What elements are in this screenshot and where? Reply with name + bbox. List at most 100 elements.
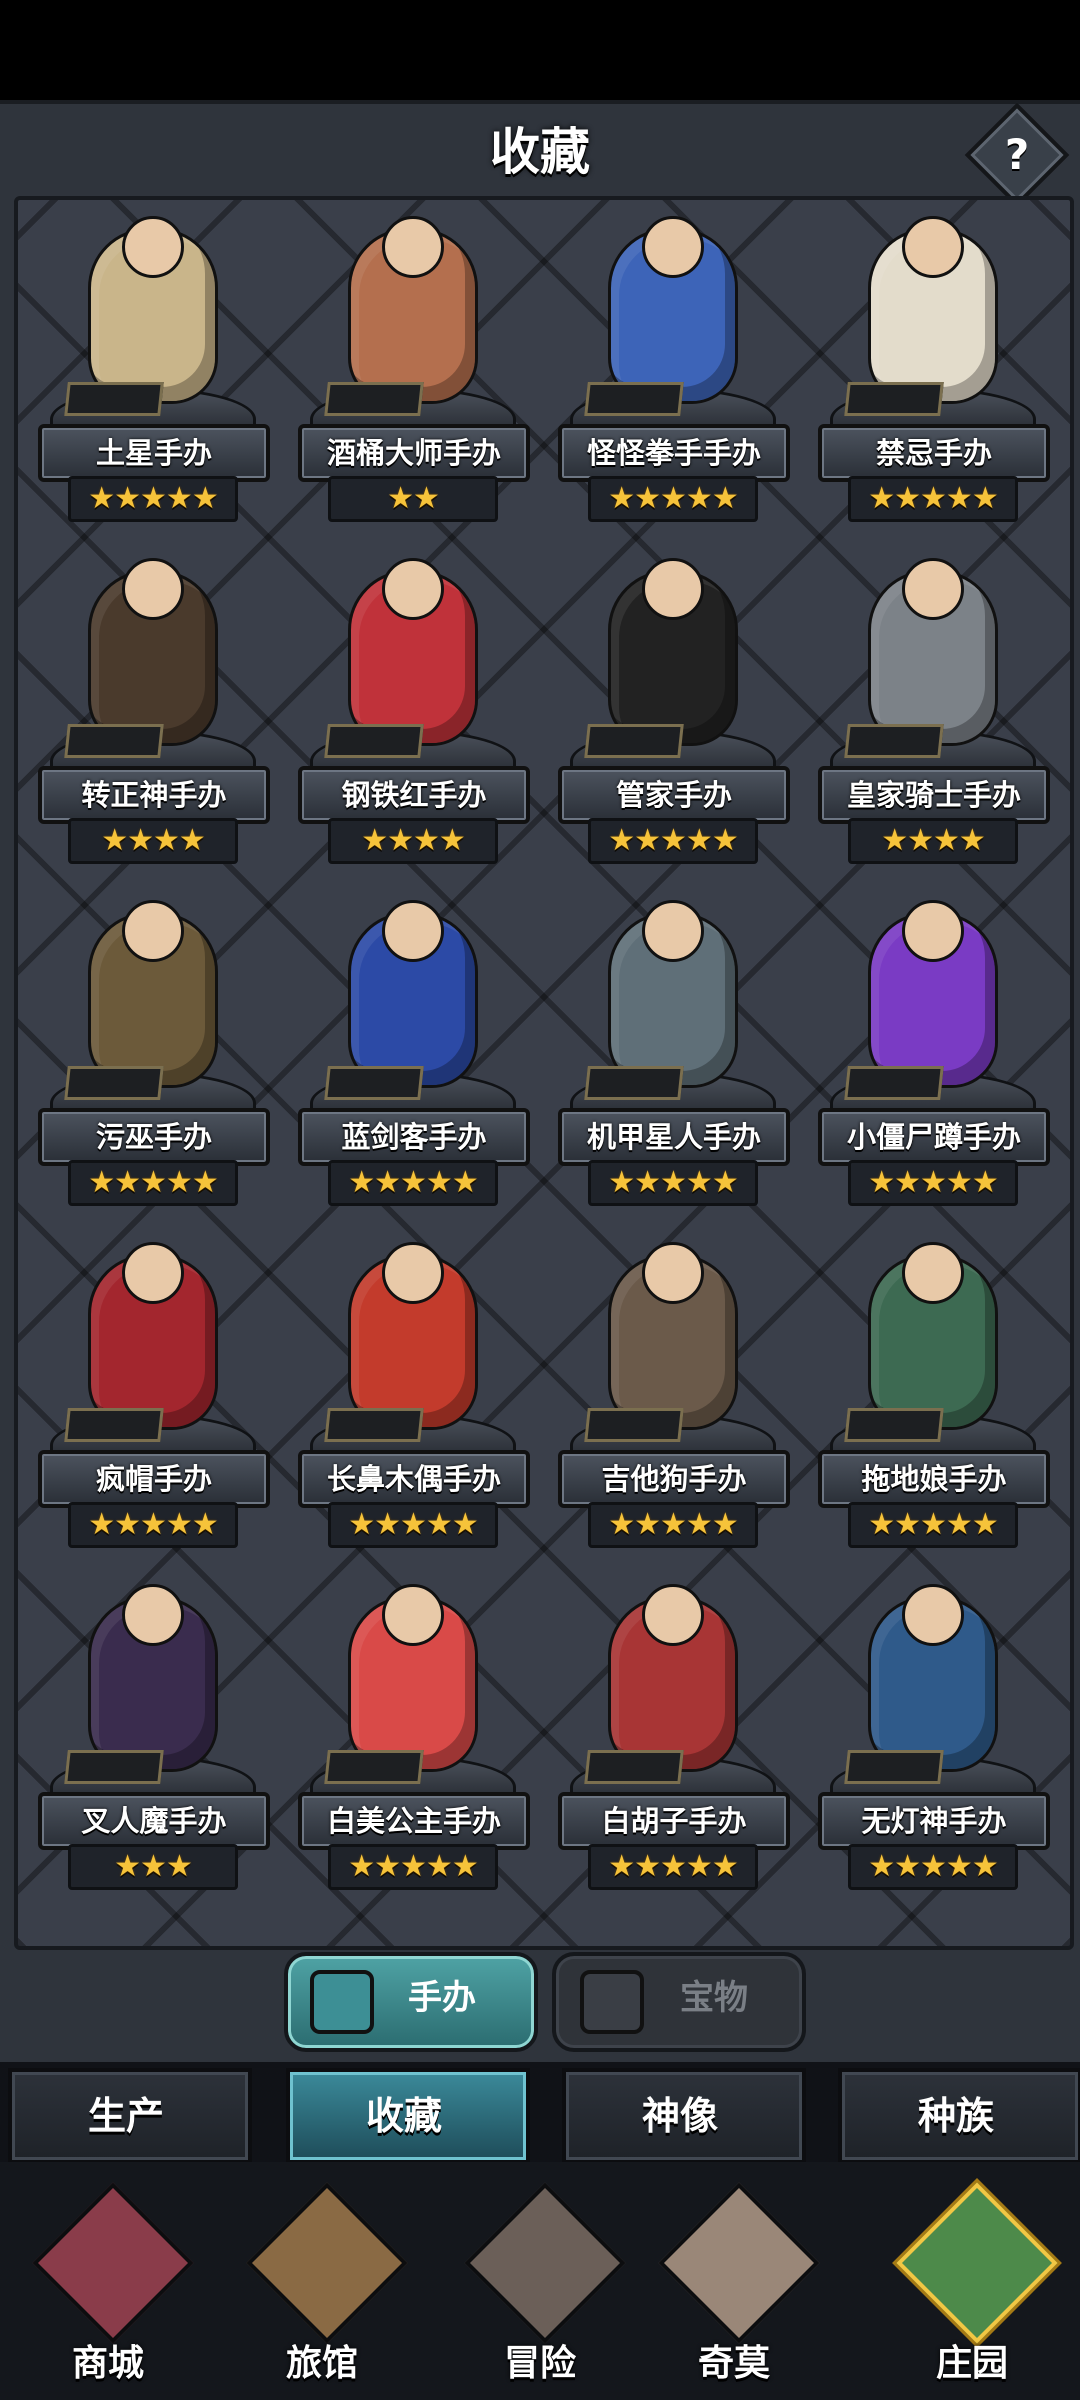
figure-card[interactable]: 白胡子手办 ★★★★★ [550,1578,790,1903]
figure-card[interactable]: 长鼻木偶手办 ★★★★★ [290,1236,530,1561]
figure-head [902,216,964,278]
figure-name: 拖地娘手办 [861,1462,1007,1496]
nav-adventure[interactable]: 冒险 [442,2180,638,2390]
figure-name: 白胡子手办 [601,1804,747,1838]
question-icon[interactable]: ? [980,118,1054,192]
plaque [324,1750,424,1784]
plaque [844,1408,944,1442]
figure-card[interactable]: 吉他狗手办 ★★★★★ [550,1236,790,1561]
plaque [844,724,944,758]
figure-head [382,216,444,278]
subnav-race-label: 种族 [917,2094,994,2138]
plaque [844,1066,944,1100]
figure-name: 污巫手办 [95,1120,212,1154]
star-rating: ★★★★★ [868,1165,998,1200]
star-rating: ★★★★ [881,823,986,858]
figure-name: 蓝剑客手办 [341,1120,487,1154]
figure-card[interactable]: 土星手办 ★★★★★ [30,210,270,535]
figure-head [642,558,704,620]
figure-card[interactable]: 疯帽手办 ★★★★★ [30,1236,270,1561]
figure-name: 皇家骑士手办 [846,778,1021,812]
figure-name: 机甲星人手办 [586,1120,761,1154]
crossed-swords-icon [464,2182,626,2344]
nav-shop[interactable]: 商城 [10,2180,206,2390]
figure-head [122,900,184,962]
figure-card[interactable]: 蓝剑客手办 ★★★★★ [290,894,530,1219]
plaque [324,724,424,758]
figure-card[interactable]: 禁忌手办 ★★★★★ [810,210,1050,535]
star-rating: ★★ [387,481,440,516]
nav-kimo[interactable]: 奇莫 [636,2180,832,2390]
star-rating: ★★★★★ [608,1507,738,1542]
figure-card[interactable]: 钢铁红手办 ★★★★ [290,552,530,877]
figure-name: 酒桶大师手办 [326,436,501,470]
star-rating: ★★★★★ [868,481,998,516]
figure-head [642,1584,704,1646]
nav-tavern[interactable]: 旅馆 [224,2180,420,2390]
nav-manor[interactable]: 庄园 [874,2180,1070,2390]
figure-card[interactable]: 污巫手办 ★★★★★ [30,894,270,1219]
chest-icon [580,1970,644,2034]
plaque [584,1750,684,1784]
figure-head [122,1242,184,1304]
star-rating: ★★★★★ [348,1165,478,1200]
status-bar [0,0,1080,100]
figure-head [122,216,184,278]
tab-figures-label: 手办 [408,1978,476,2018]
plaque [64,382,164,416]
figure-grid: 土星手办 ★★★★★ 酒桶大师手办 ★★ 怪怪拳手手办 ★★★★★ 禁忌手办 ★★★★★ 转正神… [14,196,1074,1950]
figure-card[interactable]: 管家手办 ★★★★★ [550,552,790,877]
nav-manor-label: 庄园 [935,2343,1008,2384]
star-rating: ★★★★★ [608,1849,738,1884]
figure-head [902,1584,964,1646]
nav-shop-label: 商城 [71,2343,144,2384]
manor-island-icon [896,2182,1058,2344]
figure-name: 叉人魔手办 [81,1804,227,1838]
figure-head [382,900,444,962]
figure-name: 怪怪拳手手办 [586,436,761,470]
star-figure-icon [310,1970,374,2034]
figure-name: 禁忌手办 [875,436,992,470]
figure-name: 转正神手办 [81,778,227,812]
figure-name: 吉他狗手办 [601,1462,747,1496]
figure-card[interactable]: 皇家骑士手办 ★★★★ [810,552,1050,877]
plaque [324,382,424,416]
figure-head [642,900,704,962]
plaque [584,1066,684,1100]
plaque [844,1750,944,1784]
figure-head [382,1584,444,1646]
figure-card[interactable]: 机甲星人手办 ★★★★★ [550,894,790,1219]
figure-card[interactable]: 无灯神手办 ★★★★★ [810,1578,1050,1903]
figure-head [382,558,444,620]
plaque [584,724,684,758]
page-title: 收藏 [490,123,590,181]
figure-name: 钢铁红手办 [341,778,487,812]
star-rating: ★★★ [114,1849,193,1884]
figure-card[interactable]: 白美公主手办 ★★★★★ [290,1578,530,1903]
nav-kimo-label: 奇莫 [697,2343,770,2384]
shop-icon [32,2182,194,2344]
subnav-idol-label: 神像 [641,2094,718,2138]
figure-card[interactable]: 拖地娘手办 ★★★★★ [810,1236,1050,1561]
figure-card[interactable]: 转正神手办 ★★★★ [30,552,270,877]
subnav-collection-label: 收藏 [365,2094,442,2138]
nav-adventure-label: 冒险 [503,2343,576,2384]
figure-name: 无灯神手办 [861,1804,1007,1838]
figure-card[interactable]: 怪怪拳手手办 ★★★★★ [550,210,790,535]
star-rating: ★★★★★ [868,1849,998,1884]
star-rating: ★★★★★ [88,1507,218,1542]
subnav-production-label: 生产 [87,2094,164,2138]
plaque [64,1066,164,1100]
star-rating: ★★★★★ [348,1507,478,1542]
star-rating: ★★★★★ [348,1849,478,1884]
tavern-gate-icon [246,2182,408,2344]
figure-card[interactable]: 酒桶大师手办 ★★ [290,210,530,535]
plaque [584,1408,684,1442]
figure-card[interactable]: 小僵尸蹲手办 ★★★★★ [810,894,1050,1219]
star-rating: ★★★★★ [868,1507,998,1542]
figure-name: 管家手办 [615,778,732,812]
figure-head [902,1242,964,1304]
figure-card[interactable]: 叉人魔手办 ★★★ [30,1578,270,1903]
figure-head [902,900,964,962]
star-rating: ★★★★★ [608,481,738,516]
